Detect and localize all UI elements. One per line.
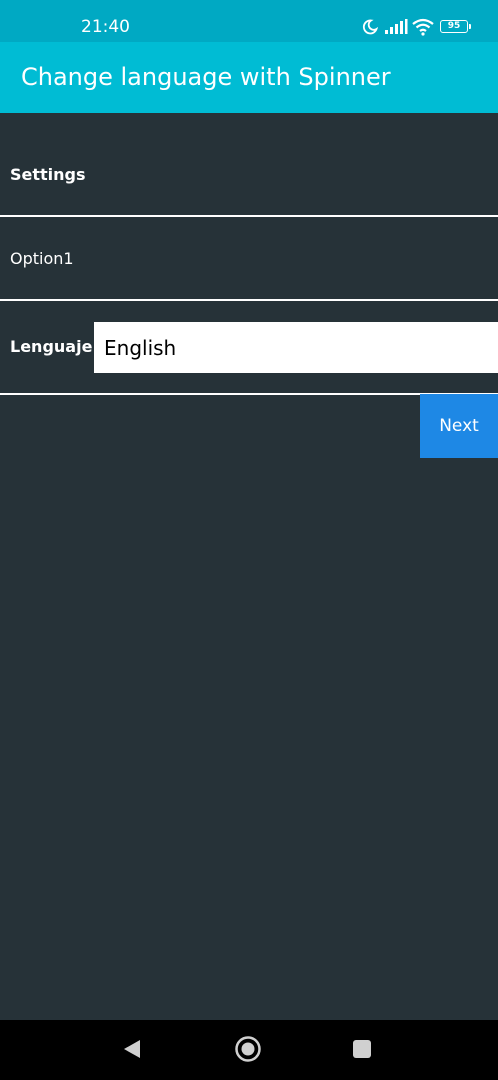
home-icon[interactable] — [234, 1035, 262, 1063]
settings-header: Settings — [10, 165, 86, 184]
moon-icon — [362, 19, 378, 35]
app-title: Change language with Spinner — [21, 63, 391, 91]
battery-level: 95 — [447, 21, 461, 31]
wifi-icon — [412, 18, 434, 36]
language-label: Lenguaje — [10, 337, 93, 356]
battery-icon: 95 — [440, 20, 468, 33]
divider — [0, 299, 498, 301]
back-icon[interactable] — [121, 1038, 143, 1060]
recents-icon[interactable] — [352, 1039, 372, 1059]
signal-icon — [385, 19, 408, 34]
language-spinner[interactable]: English — [94, 322, 498, 373]
nav-bar — [0, 1020, 498, 1080]
battery-nub — [469, 24, 471, 29]
language-spinner-value: English — [104, 336, 177, 360]
status-time: 21:40 — [81, 17, 130, 37]
app-bar: Change language with Spinner — [0, 42, 498, 113]
divider — [0, 215, 498, 217]
option1-label[interactable]: Option1 — [10, 249, 74, 269]
status-bar: 21:40 95 — [0, 0, 498, 42]
next-button[interactable]: Next — [420, 394, 498, 458]
